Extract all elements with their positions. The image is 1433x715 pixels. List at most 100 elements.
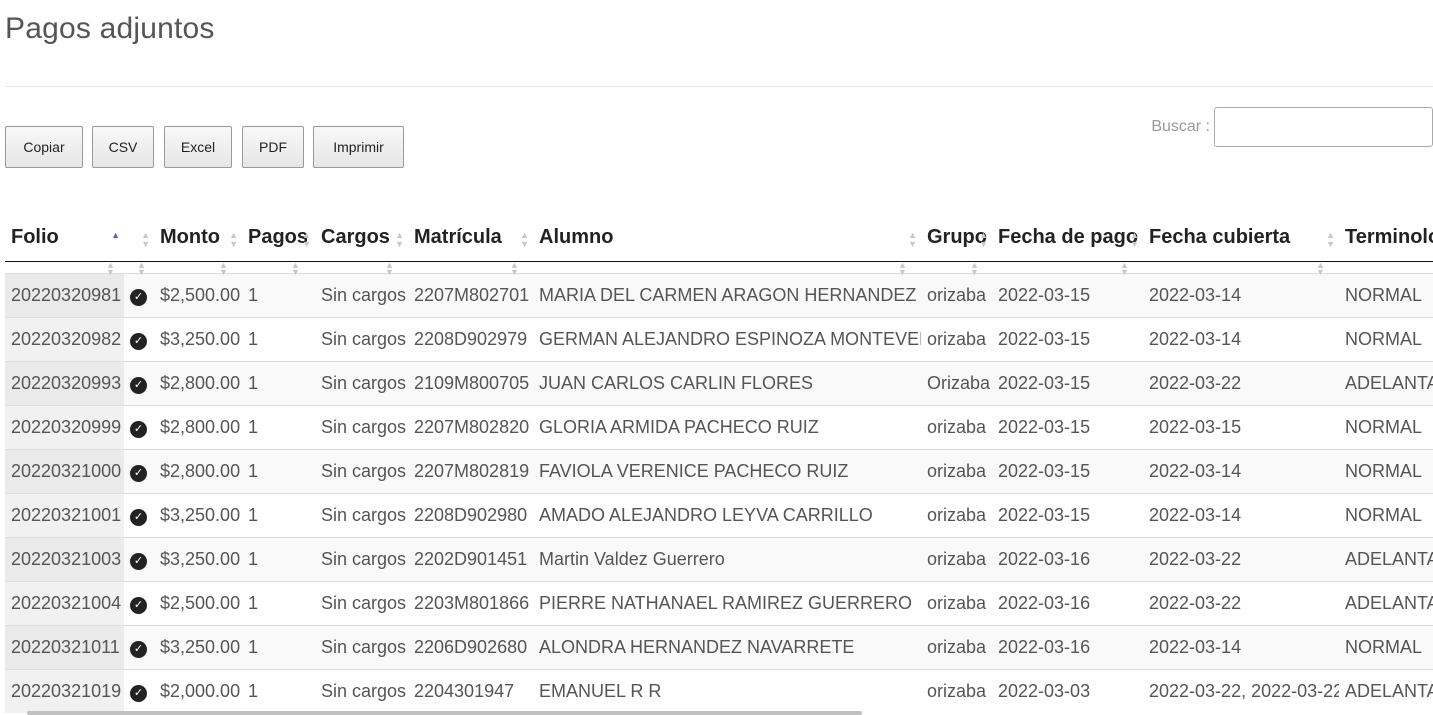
cell-folio: 20220320981 bbox=[5, 272, 124, 317]
cell-alumno[interactable]: AMADO ALEJANDRO LEYVA CARRILLO bbox=[533, 492, 921, 537]
header-monto[interactable]: Monto ▲ ▼ bbox=[154, 215, 242, 262]
header-cargos[interactable]: Cargos ▲ ▼ bbox=[315, 215, 408, 262]
table-row: 20220320999 ✓ $2,800.00 1 Sin cargos 2207M802… bbox=[5, 404, 1433, 449]
cell-cargos: Sin cargos bbox=[315, 360, 408, 405]
cell-fecha-cubierta: 2022-03-14 bbox=[1143, 624, 1339, 669]
sort-both-icon: ▲ ▼ bbox=[229, 230, 238, 249]
cell-monto: $2,800.00 bbox=[154, 360, 242, 405]
header-alumno[interactable]: Alumno ▲ ▼ bbox=[533, 215, 921, 262]
cell-folio: 20220320993 bbox=[5, 360, 124, 405]
cell-alumno[interactable]: GERMAN ALEJANDRO ESPINOZA MONTEVERDE bbox=[533, 316, 921, 361]
payments-table: Folio ▲ ▲ ▼ Monto ▲ ▼ Pagos ▲ ▼ Cargos ▲ ▼ Matrí… bbox=[5, 215, 1433, 713]
horizontal-scrollbar[interactable] bbox=[27, 711, 862, 715]
pdf-button[interactable]: PDF bbox=[242, 126, 304, 168]
cell-fecha-cubierta: 2022-03-14 bbox=[1143, 316, 1339, 361]
cell-monto: $2,800.00 bbox=[154, 448, 242, 493]
cell-alumno[interactable]: GLORIA ARMIDA PACHECO RUIZ bbox=[533, 404, 921, 449]
cell-folio: 20220321003 bbox=[5, 536, 124, 581]
cell-pagos: 1 bbox=[242, 448, 315, 493]
cell-monto: $3,250.00 bbox=[154, 536, 242, 581]
cell-fecha-pago: 2022-03-03 bbox=[992, 668, 1143, 713]
cell-terminologia: ADELANTAD bbox=[1339, 668, 1433, 713]
cell-alumno[interactable]: MARIA DEL CARMEN ARAGON HERNANDEZ bbox=[533, 272, 921, 317]
copy-button[interactable]: Copiar bbox=[5, 126, 83, 168]
cell-pagos: 1 bbox=[242, 668, 315, 713]
cell-alumno[interactable]: ALONDRA HERNANDEZ NAVARRETE bbox=[533, 624, 921, 669]
cell-alumno[interactable]: EMANUEL R R bbox=[533, 668, 921, 713]
sort-mini-icon[interactable]: ▲ ▼ bbox=[970, 260, 979, 276]
header-terminologia[interactable]: Terminolo bbox=[1339, 215, 1433, 262]
sort-mini-icon[interactable]: ▲ ▼ bbox=[385, 260, 394, 276]
header-folio[interactable]: Folio ▲ bbox=[5, 215, 124, 262]
cell-monto: $2,800.00 bbox=[154, 404, 242, 449]
sort-both-icon: ▲ ▼ bbox=[141, 230, 150, 249]
check-circle-icon: ✓ bbox=[130, 289, 147, 306]
secondary-sort-row: ▲ ▼ ▲ ▼ ▲ ▼ ▲ ▼ ▲ ▼ ▲ ▼ ▲ ▼ ▲ ▼ ▲ ▼ ▲ ▼ bbox=[5, 260, 1433, 276]
header-matricula[interactable]: Matrícula ▲ ▼ bbox=[408, 215, 533, 262]
cell-fecha-cubierta: 2022-03-15 bbox=[1143, 404, 1339, 449]
cell-status: ✓ bbox=[124, 668, 154, 713]
cell-pagos: 1 bbox=[242, 536, 315, 581]
divider bbox=[5, 86, 1433, 87]
sort-both-icon: ▲ ▼ bbox=[1130, 230, 1139, 249]
cell-cargos: Sin cargos bbox=[315, 624, 408, 669]
cell-terminologia: NORMAL bbox=[1339, 272, 1433, 317]
cell-cargos: Sin cargos bbox=[315, 316, 408, 361]
cell-grupo: orizaba bbox=[921, 404, 992, 449]
search-input[interactable] bbox=[1214, 107, 1433, 147]
cell-fecha-pago: 2022-03-15 bbox=[992, 492, 1143, 537]
cell-pagos: 1 bbox=[242, 272, 315, 317]
payments-table-container: Folio ▲ ▲ ▼ Monto ▲ ▼ Pagos ▲ ▼ Cargos ▲ ▼ Matrí… bbox=[5, 215, 1433, 715]
cell-terminologia: NORMAL bbox=[1339, 448, 1433, 493]
cell-grupo: orizaba bbox=[921, 316, 992, 361]
cell-grupo: orizaba bbox=[921, 272, 992, 317]
cell-fecha-cubierta: 2022-03-22, 2022-03-22 bbox=[1143, 668, 1339, 713]
sort-mini-icon[interactable]: ▲ ▼ bbox=[137, 260, 146, 276]
cell-status: ✓ bbox=[124, 580, 154, 625]
sort-both-icon: ▲ ▼ bbox=[908, 230, 917, 249]
excel-button[interactable]: Excel bbox=[164, 126, 232, 168]
cell-matricula: 2203M801866 bbox=[408, 580, 533, 625]
cell-monto: $3,250.00 bbox=[154, 316, 242, 361]
cell-folio: 20220321000 bbox=[5, 448, 124, 493]
cell-alumno[interactable]: FAVIOLA VERENICE PACHECO RUIZ bbox=[533, 448, 921, 493]
header-pagos[interactable]: Pagos ▲ ▼ bbox=[242, 215, 315, 262]
sort-mini-icon[interactable]: ▲ ▼ bbox=[510, 260, 519, 276]
header-fecha-cubierta[interactable]: Fecha cubierta ▲ ▼ bbox=[1143, 215, 1339, 262]
cell-fecha-pago: 2022-03-15 bbox=[992, 272, 1143, 317]
sort-mini-icon[interactable]: ▲ ▼ bbox=[1316, 260, 1325, 276]
sort-asc-icon: ▲ bbox=[111, 230, 120, 240]
check-circle-icon: ✓ bbox=[130, 597, 147, 614]
check-circle-icon: ✓ bbox=[130, 377, 147, 394]
cell-alumno[interactable]: Martin Valdez Guerrero bbox=[533, 536, 921, 581]
cell-fecha-cubierta: 2022-03-14 bbox=[1143, 448, 1339, 493]
sort-mini-icon[interactable]: ▲ ▼ bbox=[106, 260, 115, 276]
cell-folio: 20220321001 bbox=[5, 492, 124, 537]
table-row: 20220320982 ✓ $3,250.00 1 Sin cargos 2208D902… bbox=[5, 316, 1433, 361]
cell-matricula: 2208D902980 bbox=[408, 492, 533, 537]
sort-mini-icon[interactable]: ▲ ▼ bbox=[898, 260, 907, 276]
cell-grupo: orizaba bbox=[921, 448, 992, 493]
header-grupo[interactable]: Grupo ▲ ▼ bbox=[921, 215, 992, 262]
cell-matricula: 2206D902680 bbox=[408, 624, 533, 669]
csv-button[interactable]: CSV bbox=[92, 126, 154, 168]
sort-both-icon: ▲ ▼ bbox=[1326, 230, 1335, 249]
cell-monto: $3,250.00 bbox=[154, 624, 242, 669]
header-fecha-pago[interactable]: Fecha de pago ▲ ▼ bbox=[992, 215, 1143, 262]
print-button[interactable]: Imprimir bbox=[313, 126, 404, 168]
sort-mini-icon[interactable]: ▲ ▼ bbox=[219, 260, 228, 276]
cell-terminologia: ADELANTAD bbox=[1339, 580, 1433, 625]
cell-grupo: orizaba bbox=[921, 668, 992, 713]
cell-fecha-pago: 2022-03-16 bbox=[992, 536, 1143, 581]
table-row: 20220321019 ✓ $2,000.00 1 Sin cargos 22043019… bbox=[5, 668, 1433, 713]
sort-mini-icon[interactable]: ▲ ▼ bbox=[291, 260, 300, 276]
table-row: 20220320981 ✓ $2,500.00 1 Sin cargos 2207M802… bbox=[5, 272, 1433, 317]
table-row: 20220321011 ✓ $3,250.00 1 Sin cargos 2206D902… bbox=[5, 624, 1433, 669]
cell-alumno[interactable]: PIERRE NATHANAEL RAMIREZ GUERRERO bbox=[533, 580, 921, 625]
cell-terminologia: NORMAL bbox=[1339, 404, 1433, 449]
cell-alumno[interactable]: JUAN CARLOS CARLIN FLORES bbox=[533, 360, 921, 405]
header-status[interactable]: ▲ ▼ bbox=[124, 215, 154, 262]
cell-fecha-cubierta: 2022-03-22 bbox=[1143, 360, 1339, 405]
cell-monto: $2,500.00 bbox=[154, 580, 242, 625]
sort-mini-icon[interactable]: ▲ ▼ bbox=[1120, 260, 1129, 276]
